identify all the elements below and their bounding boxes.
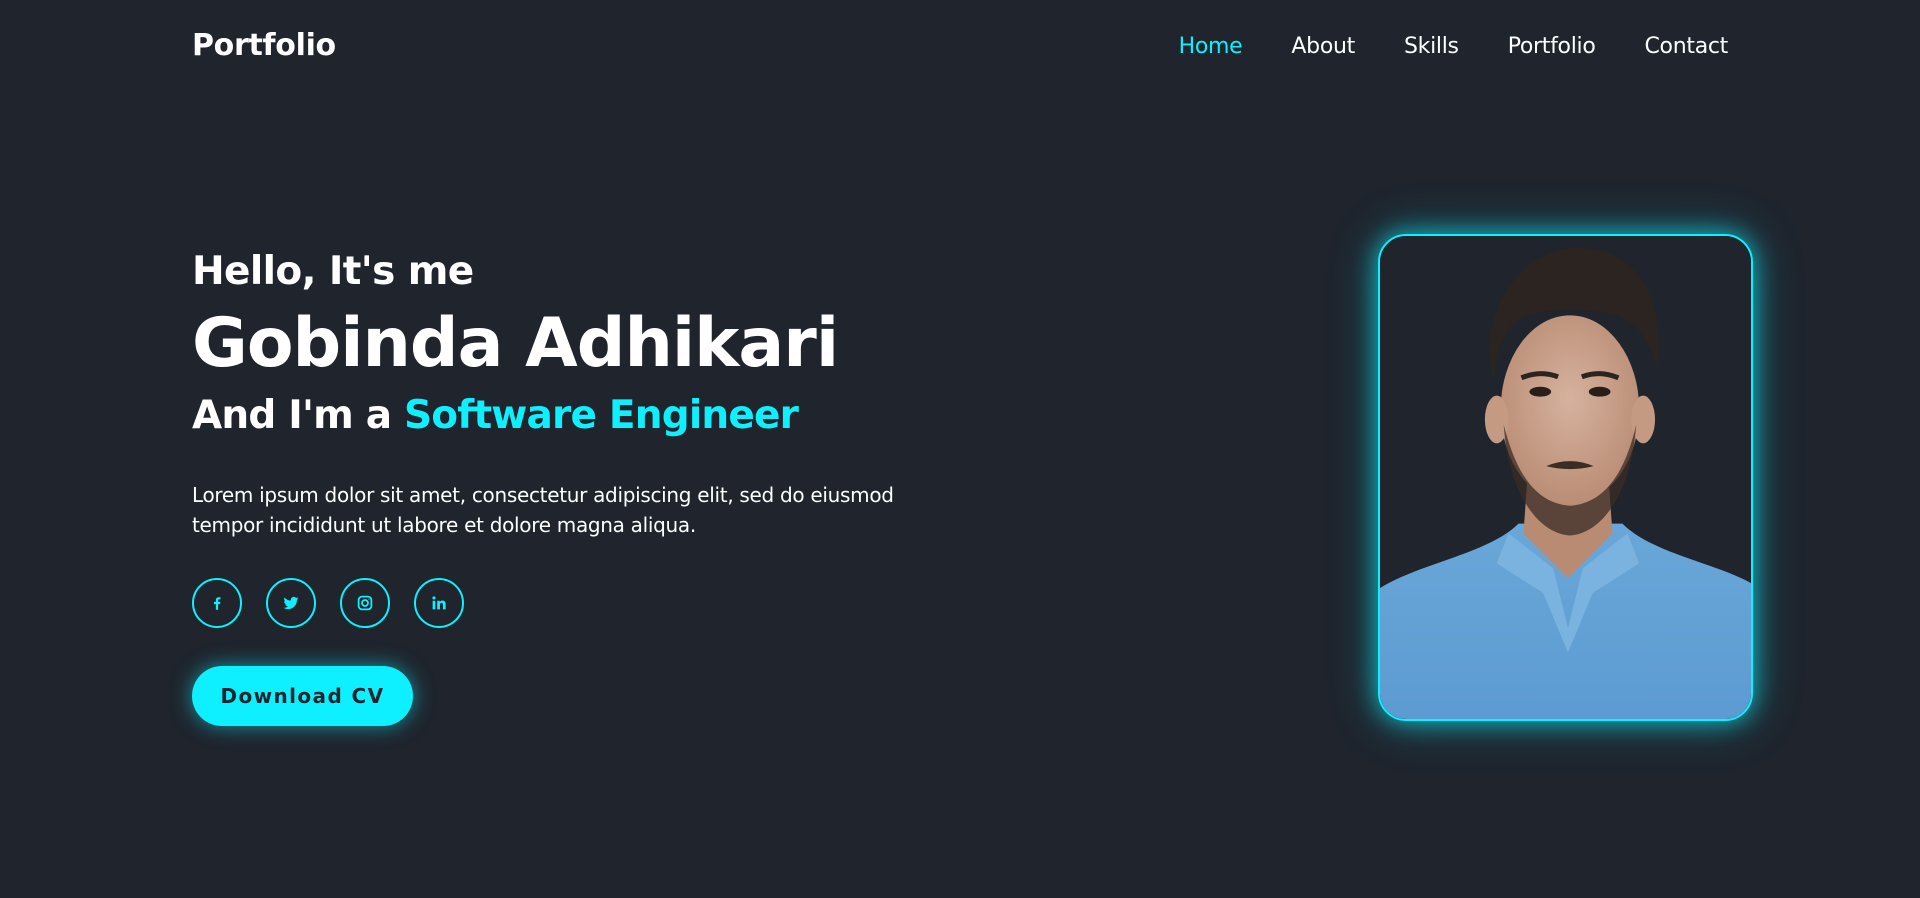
greeting: Hello, It's me [192,249,474,294]
facebook-icon [208,594,226,612]
site-header: Portfolio Home About Skills Portfolio Co… [0,0,1920,96]
instagram-link[interactable] [340,578,390,628]
social-links [192,578,952,628]
nav-contact[interactable]: Contact [1645,34,1729,59]
role-highlight: Software Engineer [404,393,799,438]
facebook-link[interactable] [192,578,242,628]
linkedin-link[interactable] [414,578,464,628]
nav-home[interactable]: Home [1179,34,1243,59]
twitter-icon [282,594,300,612]
hero-description: Lorem ipsum dolor sit amet, consectetur … [192,483,894,537]
hero-name: Gobinda Adhikari [192,304,839,383]
nav-portfolio[interactable]: Portfolio [1508,34,1596,59]
logo[interactable]: Portfolio [192,28,336,63]
role-prefix: And I'm a [192,393,405,438]
profile-photo [1378,234,1753,721]
main-nav: Home About Skills Portfolio Contact [1179,34,1729,59]
nav-skills[interactable]: Skills [1404,34,1459,59]
download-cv-button[interactable]: Download CV [192,666,413,726]
twitter-link[interactable] [266,578,316,628]
instagram-icon [356,594,374,612]
linkedin-icon [430,594,448,612]
nav-about[interactable]: About [1291,34,1355,59]
role-line: And I'm a Software Engineer [192,390,952,442]
hero-content: Hello, It's me Gobinda Adhikari And I'm … [192,246,952,726]
